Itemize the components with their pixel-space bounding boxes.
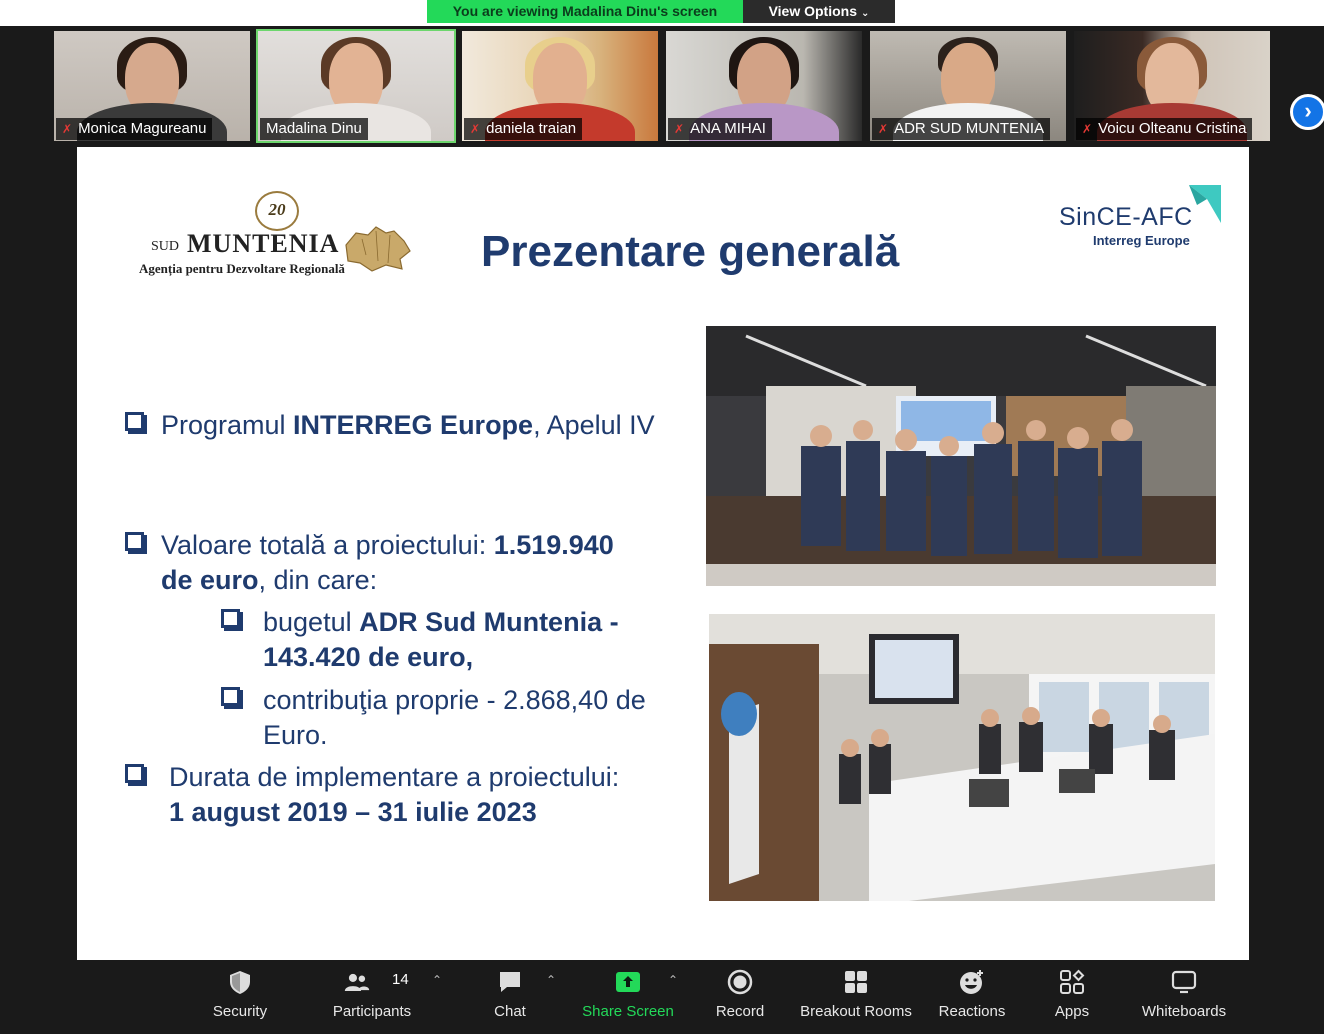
participant-nameplate: ✗ Monica Magureanu [56, 118, 213, 140]
chat-icon [500, 972, 520, 992]
checkbox-bullet-icon [125, 764, 147, 786]
top-bar: You are viewing Madalina Dinu's screen V… [0, 0, 1324, 26]
video-tile-monica[interactable]: ✗ Monica Magureanu [52, 29, 252, 143]
checkbox-bullet-icon [125, 412, 147, 434]
checkbox-bullet-icon [125, 532, 147, 554]
video-tile-madalina[interactable]: Madalina Dinu [256, 29, 456, 143]
viewing-banner: You are viewing Madalina Dinu's screen [427, 0, 743, 23]
checkbox-bullet-icon [221, 687, 243, 709]
video-tile-ana[interactable]: ✗ ANA MIHAI [664, 29, 864, 143]
chat-options-caret[interactable]: ⌃ [546, 973, 556, 987]
anniversary-badge: 20 [255, 191, 299, 231]
breakout-rooms-button[interactable]: Breakout Rooms [796, 961, 916, 1034]
participants-count: 14 [392, 971, 409, 988]
slide-title: Prezentare generală [481, 227, 900, 276]
bullet-own-contribution: contribuţia proprie - 2.868,40 de Euro. [221, 683, 693, 753]
since-afc-logo: SinCE-AFC Interreg Europe [1057, 183, 1227, 253]
participant-nameplate: ✗ daniela traian [464, 118, 583, 140]
apps-button[interactable]: Apps [1032, 961, 1112, 1034]
participant-nameplate: Madalina Dinu [260, 118, 368, 140]
participant-nameplate: ✗ ADR SUD MUNTENIA [872, 118, 1051, 140]
video-tile-adr[interactable]: ✗ ADR SUD MUNTENIA [868, 29, 1068, 143]
participant-nameplate: ✗ Voicu Olteanu Cristina [1076, 118, 1253, 140]
mic-muted-icon: ✗ [62, 122, 73, 136]
record-button[interactable]: Record [700, 961, 780, 1034]
mic-muted-icon: ✗ [1082, 122, 1093, 136]
participants-options-caret[interactable]: ⌃ [432, 973, 442, 987]
chevron-down-icon: ⌄ [861, 8, 870, 19]
sud-muntenia-logo: 20 SUD MUNTENIA Agenția pentru Dezvoltar… [137, 187, 427, 287]
shared-slide: 20 SUD MUNTENIA Agenția pentru Dezvoltar… [77, 147, 1249, 960]
reactions-button[interactable]: Reactions [930, 961, 1014, 1034]
bullet-total-value: Valoare totală a proiectului: 1.519.940 d… [125, 528, 681, 598]
participants-icon [344, 973, 370, 991]
reactions-icon [960, 970, 983, 994]
view-options-button[interactable]: View Options ⌄ [743, 0, 895, 23]
mic-muted-icon: ✗ [470, 122, 481, 136]
breakout-rooms-icon [845, 971, 867, 993]
shield-icon [230, 971, 250, 994]
checkbox-bullet-icon [221, 609, 243, 631]
mic-muted-icon: ✗ [674, 122, 685, 136]
participants-button[interactable]: 14 Participants [322, 961, 422, 1034]
bullet-duration: Durata de implementare a proiectului: 1 a… [125, 760, 681, 830]
bullet-program: Programul INTERREG Europe, Apelul IV [125, 408, 681, 443]
view-options-label: View Options [768, 3, 858, 19]
meeting-room-illustration [709, 614, 1215, 901]
security-button[interactable]: Security [200, 961, 280, 1034]
chat-button[interactable]: Chat [470, 961, 550, 1034]
gallery-next-button[interactable]: › [1290, 94, 1324, 130]
chevron-right-icon: › [1304, 98, 1312, 123]
region-map-icon [345, 226, 411, 272]
meeting-room-photo [709, 614, 1215, 901]
video-tile-daniela[interactable]: ✗ daniela traian [460, 29, 660, 143]
interreg-mark-icon [1189, 185, 1221, 223]
mic-muted-icon: ✗ [878, 122, 889, 136]
group-photo-illustration [706, 326, 1216, 586]
share-options-caret[interactable]: ⌃ [668, 973, 678, 987]
share-screen-icon [616, 972, 640, 992]
bullet-budget: bugetul ADR Sud Muntenia - 143.420 de eu… [221, 605, 693, 675]
whiteboards-button[interactable]: Whiteboards [1132, 961, 1236, 1034]
share-screen-button[interactable]: Share Screen [578, 961, 678, 1034]
participant-nameplate: ✗ ANA MIHAI [668, 118, 772, 140]
meeting-toolbar: Security 14 Participants ⌃ Chat ⌃ Share … [0, 961, 1324, 1034]
video-tile-voicu[interactable]: ✗ Voicu Olteanu Cristina [1072, 29, 1272, 143]
group-photo [706, 326, 1216, 586]
whiteboard-icon [1171, 970, 1197, 994]
video-gallery: ✗ Monica Magureanu Madalina Dinu ✗ daniela… [0, 26, 1324, 146]
record-icon [727, 969, 753, 995]
apps-icon [1060, 969, 1085, 994]
